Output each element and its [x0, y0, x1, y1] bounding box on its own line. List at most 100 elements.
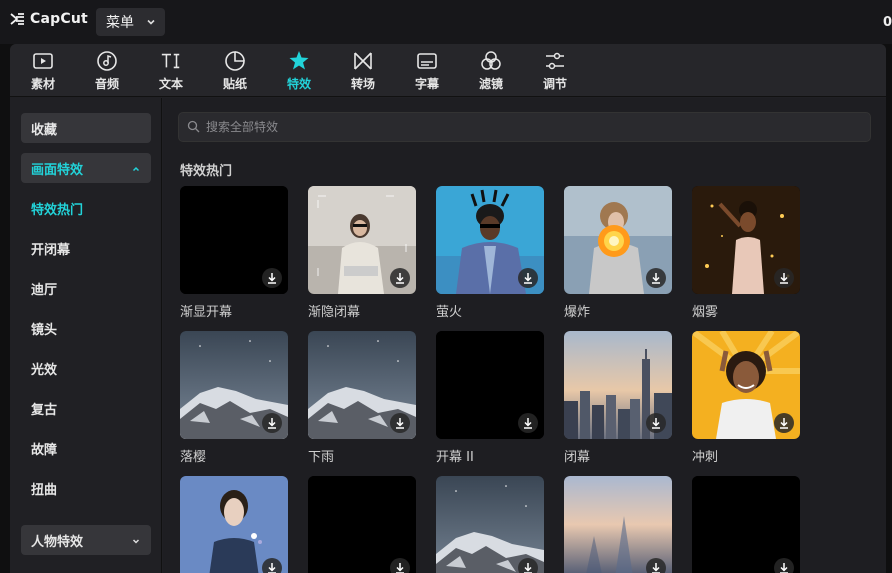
tab-label: 音频: [94, 77, 119, 91]
sidebar-category-person-effects[interactable]: 人物特效: [21, 525, 151, 555]
effect-card-label: 闭幕: [564, 450, 591, 465]
download-icon[interactable]: [774, 558, 794, 573]
sidebar-category-screen-effects[interactable]: 画面特效: [21, 153, 151, 183]
sidebar-item-label: 镜头: [31, 322, 58, 338]
text-icon: [160, 50, 182, 72]
sidebar-item-distort[interactable]: 扭曲: [21, 473, 151, 503]
title-bar: CapCut 菜单 0: [0, 0, 892, 44]
effect-card-label: 爆炸: [564, 305, 591, 320]
effect-thumbnail: [180, 476, 288, 573]
effect-thumbnail: [308, 331, 416, 439]
search-icon: [187, 118, 200, 137]
effect-card-label: 冲刺: [692, 450, 719, 465]
titlebar-right-text: 0: [882, 15, 892, 30]
effect-thumbnail: [436, 331, 544, 439]
download-icon[interactable]: [646, 413, 666, 433]
effects-panel: 素材 音频 文本 贴纸 特效 转场 字幕 滤镜 调节 收藏 画面特效 特效热门 …: [10, 44, 886, 573]
effect-card[interactable]: [692, 476, 800, 573]
tab-sticker[interactable]: 贴纸: [210, 50, 260, 94]
effect-card[interactable]: [436, 476, 544, 573]
effect-card-label: 开幕 II: [436, 450, 474, 465]
sidebar-item-label: 特效热门: [31, 202, 84, 218]
search-input[interactable]: [206, 120, 806, 134]
download-icon[interactable]: [262, 558, 282, 573]
app-logo: CapCut: [10, 11, 88, 27]
tab-transition[interactable]: 转场: [338, 50, 388, 94]
download-icon[interactable]: [646, 558, 666, 573]
effect-thumbnail: [180, 331, 288, 439]
sidebar-item-label: 光效: [31, 362, 58, 378]
capcut-logo-icon: [10, 12, 26, 26]
section-title: 特效热门: [180, 164, 233, 179]
sidebar-item-light[interactable]: 光效: [21, 353, 151, 383]
tab-label: 调节: [542, 77, 567, 91]
sidebar-item-retro[interactable]: 复古: [21, 393, 151, 423]
effect-card[interactable]: 冲刺: [692, 331, 800, 465]
tab-audio[interactable]: 音频: [82, 50, 132, 94]
effect-card[interactable]: 渐显开幕: [180, 186, 288, 320]
effect-card[interactable]: 渐隐闭幕: [308, 186, 416, 320]
download-icon[interactable]: [390, 413, 410, 433]
effect-card[interactable]: 开幕 II: [436, 331, 544, 465]
tab-label: 素材: [30, 77, 55, 91]
main-menu-button[interactable]: 菜单: [96, 8, 165, 36]
caption-icon: [416, 50, 438, 72]
tab-text[interactable]: 文本: [146, 50, 196, 94]
sidebar-item-label: 扭曲: [31, 482, 58, 498]
sidebar-item-glitch[interactable]: 故障: [21, 433, 151, 463]
effect-thumbnail: [436, 186, 544, 294]
sidebar-item-open-close[interactable]: 开闭幕: [21, 233, 151, 263]
effect-thumbnail: [180, 186, 288, 294]
download-icon[interactable]: [390, 268, 410, 288]
download-icon[interactable]: [518, 558, 538, 573]
download-icon[interactable]: [774, 413, 794, 433]
effect-card[interactable]: 爆炸: [564, 186, 672, 320]
sidebar-item-disco[interactable]: 迪厅: [21, 273, 151, 303]
effect-card[interactable]: [564, 476, 672, 573]
download-icon[interactable]: [518, 268, 538, 288]
effect-thumbnail: [308, 476, 416, 573]
sidebar-item-favorites[interactable]: 收藏: [21, 113, 151, 143]
tab-effects[interactable]: 特效: [274, 50, 324, 94]
category-toolbar: 素材 音频 文本 贴纸 特效 转场 字幕 滤镜 调节: [10, 44, 886, 97]
tab-label: 文本: [158, 77, 183, 91]
tab-filter[interactable]: 滤镜: [466, 50, 516, 94]
effect-thumbnail: [436, 476, 544, 573]
sidebar-item-hot[interactable]: 特效热门: [21, 193, 151, 223]
effect-card[interactable]: 烟雾: [692, 186, 800, 320]
effect-card[interactable]: [308, 476, 416, 573]
tab-media[interactable]: 素材: [18, 50, 68, 94]
download-icon[interactable]: [646, 268, 666, 288]
tab-adjust[interactable]: 调节: [530, 50, 580, 94]
effects-content: 特效热门 渐显开幕 渐隐闭幕 萤火 爆炸 烟雾落樱 下雨 开幕 II 闭幕 冲刺: [163, 98, 886, 573]
effect-card[interactable]: 下雨: [308, 331, 416, 465]
tab-label: 滤镜: [478, 77, 503, 91]
search-box[interactable]: [178, 112, 871, 142]
sidebar-item-label: 收藏: [31, 122, 58, 138]
effect-card[interactable]: 闭幕: [564, 331, 672, 465]
effect-thumbnail: [692, 476, 800, 573]
download-icon[interactable]: [774, 268, 794, 288]
effect-card[interactable]: 落樱: [180, 331, 288, 465]
download-icon[interactable]: [262, 268, 282, 288]
effect-thumbnail: [692, 331, 800, 439]
transition-icon: [352, 50, 374, 72]
sidebar-item-label: 迪厅: [31, 282, 58, 298]
effect-card[interactable]: [180, 476, 288, 573]
effect-card[interactable]: 萤火: [436, 186, 544, 320]
sidebar-item-lens[interactable]: 镜头: [21, 313, 151, 343]
effect-card-label: 渐隐闭幕: [308, 305, 361, 320]
effect-thumbnail: [564, 331, 672, 439]
effect-card-label: 下雨: [308, 450, 335, 465]
effect-thumbnail: [692, 186, 800, 294]
effect-card-label: 渐显开幕: [180, 305, 233, 320]
tab-caption[interactable]: 字幕: [402, 50, 452, 94]
effect-thumbnail: [308, 186, 416, 294]
tab-label: 字幕: [414, 77, 439, 91]
download-icon[interactable]: [390, 558, 410, 573]
menu-label: 菜单: [106, 15, 134, 31]
download-icon[interactable]: [518, 413, 538, 433]
chevron-down-icon: [145, 16, 157, 32]
download-icon[interactable]: [262, 413, 282, 433]
chevron-up-icon: [131, 163, 141, 178]
